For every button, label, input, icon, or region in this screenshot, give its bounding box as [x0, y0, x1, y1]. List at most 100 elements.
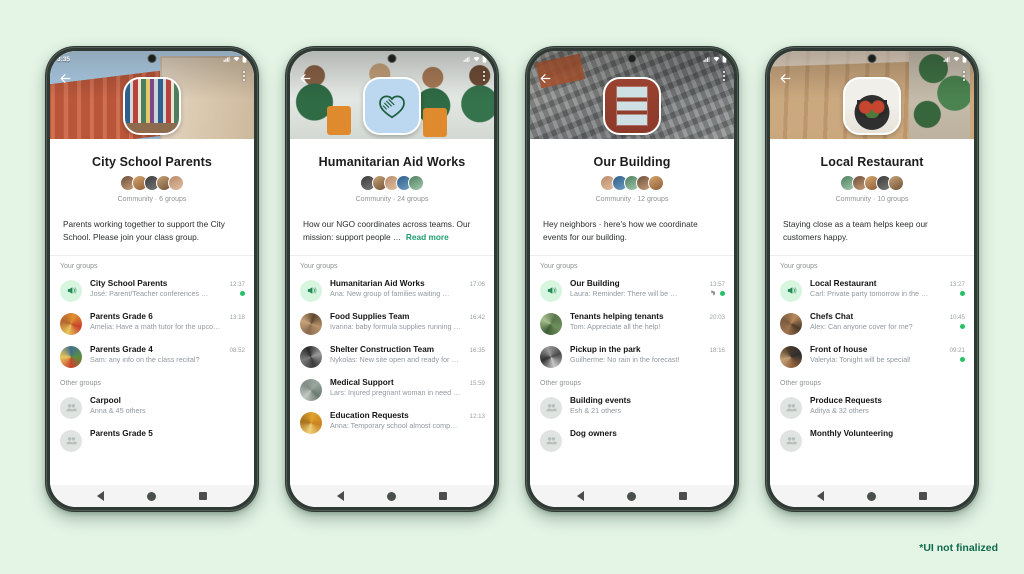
read-more-link[interactable]: Read more	[406, 232, 449, 242]
battery-icon	[962, 55, 967, 63]
group-placeholder-icon	[60, 429, 82, 452]
group-item-body: Medical Support 15:59 Lars: Injured pregna…	[330, 378, 485, 398]
footnote-ui-not-finalized: *UI not finalized	[919, 542, 998, 554]
group-timestamp: 13:57	[709, 280, 725, 288]
group-list-item[interactable]: Monthly Volunteering	[770, 424, 974, 457]
status-icons	[703, 55, 727, 63]
nav-home-icon[interactable]	[866, 491, 876, 501]
group-timestamp: 17:06	[469, 280, 485, 288]
group-list-item[interactable]: Shelter Construction Team 16:35 Nykolas: N…	[290, 340, 494, 373]
nav-recents-icon[interactable]	[198, 492, 207, 500]
group-list-item[interactable]: Medical Support 15:59 Lars: Injured pregna…	[290, 373, 494, 406]
group-list-item[interactable]: Produce Requests Aditya & 32 others	[770, 391, 974, 424]
back-icon[interactable]	[537, 70, 553, 86]
group-timestamp: 09:21	[949, 346, 965, 354]
group-item-body: Parents Grade 4 08:52 Sam: any info on the…	[90, 345, 245, 365]
phone-mockup-3: Our Building Community · 12 groups Hey nei…	[525, 46, 739, 512]
groups-list: Your groups Local Restaurant 13:27 Carl: Pr…	[770, 255, 974, 485]
status-icons	[463, 55, 487, 63]
community-title: Our Building	[593, 155, 671, 169]
group-timestamp: 13:27	[949, 280, 965, 288]
group-name: Food Supplies Team	[330, 311, 410, 321]
group-timestamp: 16:35	[469, 346, 485, 354]
group-timestamp: 20:03	[709, 313, 725, 321]
group-preview-message: Nykolas: New site open and ready for …	[330, 355, 459, 365]
nav-home-icon[interactable]	[146, 491, 156, 501]
back-icon[interactable]	[57, 70, 73, 86]
group-item-top: Our Building 13:57	[570, 279, 725, 288]
group-item-top: Parents Grade 4 08:52	[90, 345, 245, 354]
group-name: Parents Grade 4	[90, 344, 153, 354]
group-list-item[interactable]: Tenants helping tenants 20:03 Tom: Appreci…	[530, 307, 734, 340]
nav-back-icon[interactable]	[337, 491, 345, 501]
android-nav-bar	[50, 485, 254, 507]
group-list-item[interactable]: Our Building 13:57 Laura: Reminder: There …	[530, 274, 734, 307]
group-item-top: Food Supplies Team 16:42	[330, 312, 485, 321]
section-label: Your groups	[300, 262, 338, 270]
nav-recents-icon[interactable]	[438, 492, 447, 500]
group-list-item[interactable]: Local Restaurant 13:27 Carl: Private party…	[770, 274, 974, 307]
group-list-item[interactable]: Pickup in the park 18:16 Guilherme: No rai…	[530, 340, 734, 373]
community-meta: Community · 6 groups	[117, 196, 187, 203]
group-preview-message: Guilherme: No rain in the forecast!	[570, 355, 680, 365]
group-preview-message: Valeryia: Tonight will be special!	[810, 355, 911, 365]
group-list-item[interactable]: Front of house 09:21 Valeryia: Tonight wil…	[770, 340, 974, 373]
group-item-top: Parents Grade 5	[90, 429, 245, 438]
nav-home-icon[interactable]	[626, 491, 636, 501]
overflow-menu-icon[interactable]	[483, 71, 485, 81]
community-avatar[interactable]	[123, 77, 181, 135]
group-item-bottom: Valeryia: Tonight will be special!	[810, 355, 965, 364]
group-list-item[interactable]: Parents Grade 6 13:18 Amelia: Have a math …	[50, 307, 254, 340]
group-avatar	[60, 312, 82, 335]
group-list-item[interactable]: Parents Grade 4 08:52 Sam: any info on the…	[50, 340, 254, 373]
groups-list: Your groups City School Parents 12:37 José:…	[50, 255, 254, 485]
group-list-item[interactable]: Education Requests 12:13 Anna: Temporary s…	[290, 406, 494, 439]
nav-back-icon[interactable]	[577, 491, 585, 501]
group-item-top: Dog owners	[570, 429, 725, 438]
unread-badge	[240, 291, 245, 297]
group-item-bottom: Tom: Appreciate all the help!	[570, 322, 725, 331]
overflow-menu-icon[interactable]	[723, 71, 725, 81]
unread-badge	[960, 357, 965, 363]
phone-screen: Local Restaurant Community · 10 groups Sta…	[770, 51, 974, 507]
group-item-bottom: Guilherme: No rain in the forecast!	[570, 355, 725, 364]
group-list-item[interactable]: Carpool Anna & 45 others	[50, 391, 254, 424]
back-icon[interactable]	[777, 70, 793, 86]
nav-recents-icon[interactable]	[918, 492, 927, 500]
group-avatar	[300, 378, 322, 401]
group-item-body: City School Parents 12:37 José: Parent/Tea…	[90, 279, 245, 298]
group-name: Parents Grade 6	[90, 311, 153, 321]
overflow-menu-icon[interactable]	[963, 71, 965, 81]
group-preview-message: Esh & 21 others	[570, 406, 622, 416]
nav-recents-icon[interactable]	[678, 492, 687, 500]
group-list-item[interactable]: Building events Esh & 21 others	[530, 391, 734, 424]
announcement-megaphone-icon	[60, 279, 82, 302]
group-item-body: Food Supplies Team 16:42 Ivanna: baby form…	[330, 312, 485, 332]
groups-list: Your groups Our Building 13:57 Laura: Remin…	[530, 255, 734, 485]
group-item-top: Parents Grade 6 13:18	[90, 312, 245, 321]
nav-home-icon[interactable]	[386, 491, 396, 501]
community-avatar[interactable]	[363, 77, 421, 135]
group-item-body: Humanitarian Aid Works 17:06 Ana: New grou…	[330, 279, 485, 299]
overflow-menu-icon[interactable]	[243, 71, 245, 81]
group-list-item[interactable]: Parents Grade 5	[50, 424, 254, 457]
group-item-body: Local Restaurant 13:27 Carl: Private party…	[810, 279, 965, 298]
community-avatar[interactable]	[843, 77, 901, 135]
group-list-item[interactable]: Humanitarian Aid Works 17:06 Ana: New grou…	[290, 274, 494, 307]
group-list-item[interactable]: Food Supplies Team 16:42 Ivanna: baby form…	[290, 307, 494, 340]
community-header: Local Restaurant Community · 10 groups	[770, 139, 974, 212]
group-item-top: Front of house 09:21	[810, 345, 965, 354]
back-icon[interactable]	[297, 70, 313, 86]
group-item-top: Humanitarian Aid Works 17:06	[330, 279, 485, 288]
group-item-top: Tenants helping tenants 20:03	[570, 312, 725, 321]
wifi-icon	[713, 56, 720, 63]
community-title: Humanitarian Aid Works	[318, 155, 466, 169]
group-list-item[interactable]: City School Parents 12:37 José: Parent/Tea…	[50, 274, 254, 307]
group-list-item[interactable]: Chefs Chat 10:45 Alex: Can anyone cover fo…	[770, 307, 974, 340]
community-avatar[interactable]	[603, 77, 661, 135]
nav-back-icon[interactable]	[817, 491, 825, 501]
group-timestamp: 18:16	[709, 346, 725, 354]
group-list-item[interactable]: Dog owners	[530, 424, 734, 457]
group-item-bottom: Laura: Reminder: There will be …	[570, 289, 725, 298]
nav-back-icon[interactable]	[97, 491, 105, 501]
